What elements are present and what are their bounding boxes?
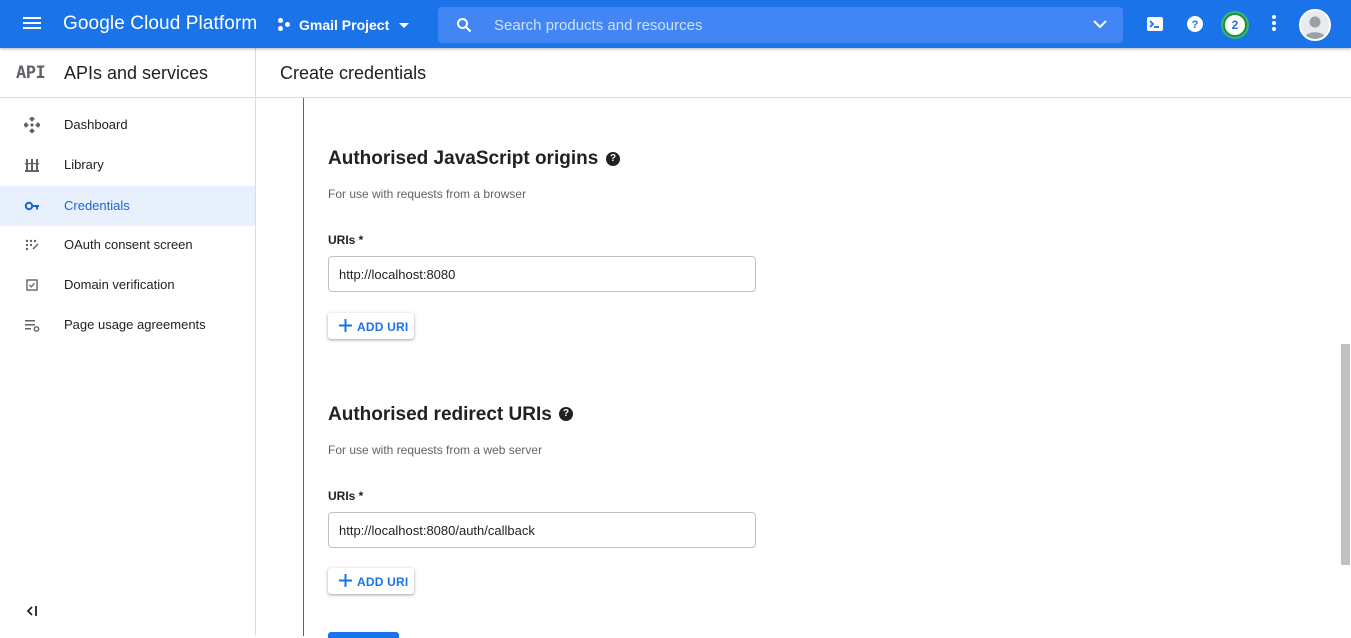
section-title: APIs and services	[64, 63, 209, 83]
project-dots-icon	[278, 18, 292, 32]
plus-icon	[339, 574, 352, 587]
origins-uri-input[interactable]	[328, 256, 756, 292]
origins-uris-label: URIs *	[328, 233, 364, 247]
add-origin-uri-button[interactable]: ADD URI	[328, 313, 414, 339]
brand-title[interactable]: Google Cloud Platform	[63, 13, 257, 35]
help-icon[interactable]: ?	[606, 152, 620, 166]
sidebar-item-oauth-consent[interactable]: OAuth consent screen	[0, 225, 255, 265]
chevron-down-icon[interactable]	[1093, 19, 1107, 29]
sidebar: Dashboard Library Credentials OAuth cons…	[0, 98, 256, 636]
sidebar-item-credentials[interactable]: Credentials	[0, 186, 255, 226]
collapse-sidebar-icon[interactable]	[24, 603, 40, 619]
project-name: Gmail Project	[299, 17, 390, 33]
sidebar-item-library[interactable]: Library	[0, 145, 255, 185]
cloud-shell-icon[interactable]	[1144, 13, 1166, 35]
consent-icon	[25, 239, 39, 251]
sidebar-item-dashboard[interactable]: Dashboard	[0, 105, 255, 145]
help-icon[interactable]: ?	[559, 407, 573, 421]
search-input[interactable]	[494, 13, 1074, 37]
add-uri-label: ADD URI	[357, 320, 409, 334]
chevron-down-icon	[399, 22, 410, 28]
redirects-heading: Authorised redirect URIs	[328, 404, 552, 425]
search-bar[interactable]	[438, 7, 1123, 43]
plus-icon	[339, 319, 352, 332]
api-logo: API	[16, 63, 46, 83]
sidebar-item-label: OAuth consent screen	[64, 237, 193, 252]
key-icon	[24, 201, 39, 211]
library-icon	[25, 159, 39, 172]
sidebar-item-label: Library	[64, 157, 104, 172]
divider	[255, 48, 256, 98]
notifications-badge[interactable]: 2	[1223, 13, 1247, 37]
top-app-bar: Google Cloud Platform Gmail Project ? 2	[0, 0, 1351, 48]
checkbox-icon	[26, 279, 38, 291]
page-title: Create credentials	[280, 63, 427, 83]
origins-heading: Authorised JavaScript origins	[328, 148, 599, 169]
settings-list-icon	[25, 320, 40, 332]
person-icon	[1304, 16, 1326, 39]
add-uri-label: ADD URI	[357, 575, 409, 589]
redirects-uris-label: URIs *	[328, 489, 364, 503]
origins-hint: For use with requests from a browser	[328, 187, 527, 201]
search-icon	[457, 18, 472, 33]
sidebar-item-label: Dashboard	[64, 117, 128, 132]
sidebar-item-label: Credentials	[64, 198, 130, 213]
more-vert-icon[interactable]	[1271, 15, 1277, 33]
sidebar-item-label: Page usage agreements	[64, 317, 206, 332]
create-button[interactable]	[328, 632, 399, 638]
project-selector[interactable]: Gmail Project	[278, 14, 410, 36]
add-redirect-uri-button[interactable]: ADD URI	[328, 568, 414, 594]
help-icon[interactable]: ?	[1184, 13, 1206, 35]
section-rail	[303, 98, 304, 636]
hamburger-menu-icon[interactable]	[20, 14, 44, 34]
main-content: Authorised JavaScript origins ? For use …	[256, 98, 1351, 638]
sidebar-item-page-usage-agreements[interactable]: Page usage agreements	[0, 305, 255, 345]
scrollbar-thumb[interactable]	[1341, 344, 1350, 565]
avatar[interactable]	[1299, 9, 1331, 41]
dashboard-icon	[24, 117, 40, 133]
redirects-uri-input[interactable]	[328, 512, 756, 548]
redirects-hint: For use with requests from a web server	[328, 443, 543, 457]
svg-text:?: ?	[1192, 19, 1199, 31]
sidebar-item-label: Domain verification	[64, 277, 175, 292]
sidebar-item-domain-verification[interactable]: Domain verification	[0, 265, 255, 305]
sub-header: API APIs and services Create credentials	[0, 48, 1351, 98]
